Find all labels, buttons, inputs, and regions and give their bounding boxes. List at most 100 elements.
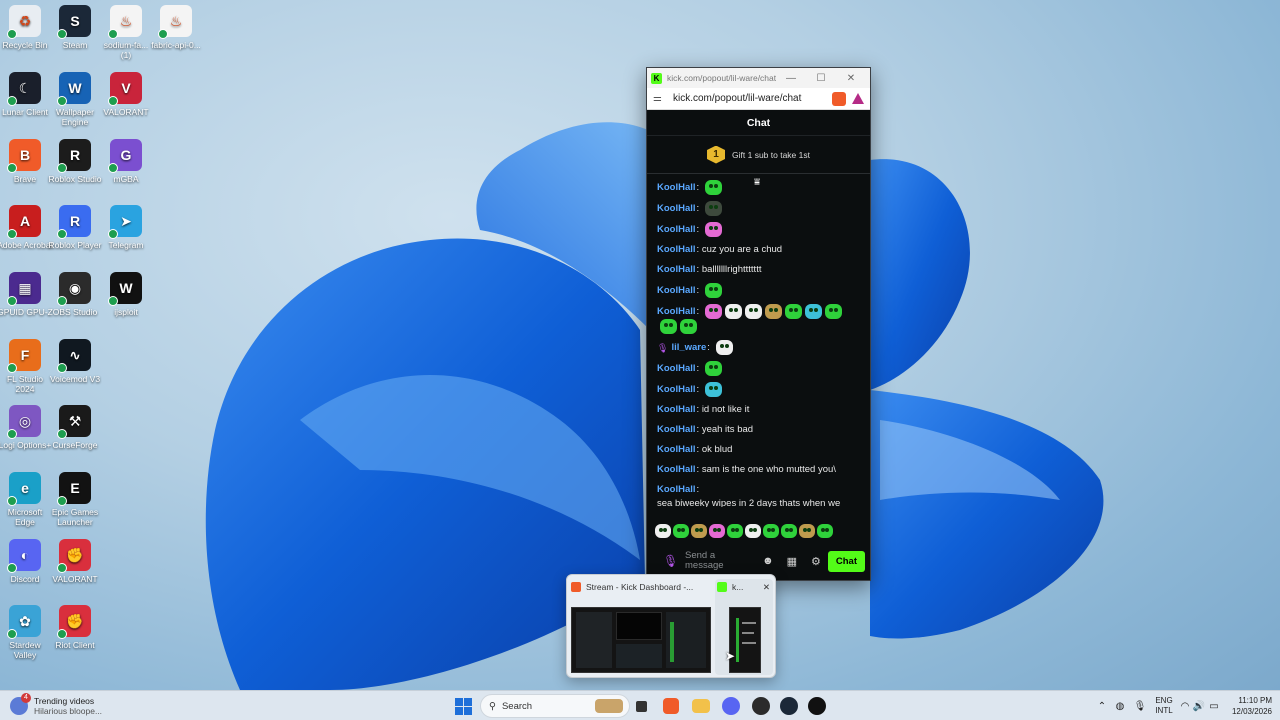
chat-emote-icon[interactable] (784, 304, 802, 319)
widgets-button[interactable]: 4 Trending videos Hilarious bloope... (10, 693, 120, 718)
desktop-icon[interactable]: ✊ Riot Client (47, 605, 103, 650)
chat-username[interactable]: KoolHall (657, 383, 696, 397)
chat-message[interactable]: KoolHall: (657, 379, 860, 400)
quick-emote-icon[interactable] (799, 524, 815, 538)
battery-icon[interactable]: ▭ (1206, 701, 1222, 712)
chat-message[interactable]: KoolHall: id not like it (657, 400, 860, 420)
chat-username[interactable]: KoolHall (657, 284, 696, 298)
chat-emote-icon[interactable] (704, 180, 722, 195)
store-icon[interactable]: ▦ (780, 555, 804, 568)
desktop-icon[interactable]: R Roblox Player (47, 205, 103, 250)
tray-app-icon[interactable]: ◍ (1110, 701, 1130, 712)
site-settings-icon[interactable]: ⚌ (653, 93, 667, 104)
chat-emote-icon[interactable] (680, 319, 697, 334)
desktop-icon[interactable]: ♨ fabric-api-0... (148, 5, 204, 50)
desktop-icon[interactable]: ☾ Lunar Client (0, 72, 53, 117)
quick-emote-icon[interactable] (655, 524, 671, 538)
chat-username[interactable]: KoolHall (657, 423, 696, 437)
minimize-icon[interactable]: — (776, 73, 806, 84)
desktop-icon[interactable]: F FL Studio 2024 (0, 339, 53, 394)
brave-rewards-icon[interactable] (852, 93, 864, 104)
taskbar-app[interactable] (806, 694, 828, 718)
desktop-icon[interactable]: GmGBA (98, 139, 154, 184)
desktop-icon[interactable]: W Wallpaper Engine (47, 72, 103, 127)
task-view-button[interactable] (632, 694, 650, 718)
desktop-icon[interactable]: ✿ Stardew Valley (0, 605, 53, 660)
chat-emote-icon[interactable] (804, 304, 822, 319)
desktop-icon[interactable]: Wijsploit (98, 272, 154, 317)
desktop-icon[interactable]: ▦ GPUID GPU-Z (0, 272, 53, 317)
chat-username[interactable]: KoolHall (657, 443, 696, 457)
quick-emote-icon[interactable] (691, 524, 707, 538)
desktop-icon[interactable]: B Brave (0, 139, 53, 184)
chat-message[interactable]: KoolHall: (657, 301, 860, 337)
chat-message[interactable]: KoolHall: (657, 219, 860, 240)
chat-message[interactable]: KoolHall: balllllllrighttttttt (657, 260, 860, 280)
desktop-icon[interactable]: e Microsoft Edge (0, 472, 53, 527)
desktop-icon[interactable]: R Roblox Studio (47, 139, 103, 184)
chat-username[interactable]: lil_ware (671, 341, 706, 355)
emoji-icon[interactable]: ☻ (756, 555, 780, 567)
chat-emote-icon[interactable] (724, 304, 742, 319)
desktop-icon[interactable]: ✊ VALORANT (47, 539, 103, 584)
chat-emote-icon[interactable] (704, 283, 722, 298)
desktop-icon[interactable]: ◎ Logi Options+ (0, 405, 53, 450)
scroll-to-bottom-icon[interactable]: ⩸ (754, 177, 760, 188)
chat-emote-icon[interactable] (715, 340, 733, 355)
chat-emote-icon[interactable] (704, 201, 722, 216)
desktop-icon[interactable]: S Steam (47, 5, 103, 50)
desktop-icon[interactable]: ♨ sodium-fa... (1) (98, 5, 154, 60)
taskbar-steam[interactable] (778, 694, 800, 718)
chat-username[interactable]: KoolHall (657, 463, 696, 477)
address-bar[interactable]: ⚌ kick.com/popout/lil-ware/chat (647, 88, 870, 110)
quick-emote-icon[interactable] (745, 524, 761, 538)
chat-emote-icon[interactable] (744, 304, 762, 319)
chat-emote-icon[interactable] (704, 361, 722, 376)
taskbar-brave[interactable] (660, 694, 682, 718)
quick-emote-icon[interactable] (727, 524, 743, 538)
desktop-icon[interactable]: ∿ Voicemod V3 (47, 339, 103, 384)
chat-emote-icon[interactable] (824, 304, 842, 319)
chat-message[interactable]: KoolHall: sea biweeky wipes in 2 days th… (657, 480, 860, 507)
language-indicator[interactable]: ENG INTL (1150, 696, 1178, 716)
window-titlebar[interactable]: K kick.com/popout/lil-ware/chat... — ☐ ✕ (647, 68, 870, 88)
taskbar-discord[interactable] (720, 694, 742, 718)
chat-messages[interactable]: KoolHall: KoolHall: KoolHall: KoolHall: … (647, 177, 870, 507)
quick-emote-icon[interactable] (817, 524, 833, 538)
chat-message[interactable]: KoolHall: (657, 280, 860, 301)
chat-message[interactable]: KoolHall: (657, 198, 860, 219)
settings-gear-icon[interactable]: ⚙ (804, 555, 828, 568)
tray-microphone-icon[interactable]: 🎙 (1130, 701, 1150, 712)
desktop-icon[interactable]: ◐ Discord (0, 539, 53, 584)
chat-username[interactable]: KoolHall (657, 243, 696, 257)
wifi-icon[interactable]: ◠ (1178, 701, 1192, 712)
quick-emote-icon[interactable] (709, 524, 725, 538)
close-thumbnail-icon[interactable]: ✕ (763, 582, 770, 593)
desktop-icon[interactable]: A Adobe Acrobat (0, 205, 53, 250)
send-chat-button[interactable]: Chat (827, 550, 865, 572)
chat-message[interactable]: KoolHall: ok blud (657, 440, 860, 460)
chat-username[interactable]: KoolHall (657, 362, 696, 376)
chat-emote-icon[interactable] (660, 319, 677, 334)
chat-username[interactable]: KoolHall (657, 181, 696, 195)
clock[interactable]: 11:10 PM 12/03/2026 (1222, 695, 1272, 717)
chat-message[interactable]: KoolHall: yeah its bad (657, 420, 860, 440)
chat-message[interactable]: KoolHall: (657, 358, 860, 379)
chat-emote-icon[interactable] (704, 382, 722, 397)
close-icon[interactable]: ✕ (836, 73, 866, 84)
chat-username[interactable]: KoolHall (657, 403, 696, 417)
tray-overflow-icon[interactable]: ⌃ (1094, 701, 1110, 712)
desktop-icon[interactable]: V VALORANT (98, 72, 154, 117)
chat-username[interactable]: KoolHall (657, 305, 696, 319)
taskbar-file-explorer[interactable] (690, 694, 712, 718)
taskbar-search[interactable]: ⚲ Search (480, 694, 630, 718)
microphone-icon[interactable]: 🎙 (663, 554, 681, 568)
chat-username[interactable]: KoolHall (657, 483, 696, 497)
brave-shield-icon[interactable] (832, 91, 846, 106)
desktop-icon[interactable]: ➤ Telegram (98, 205, 154, 250)
chat-emote-icon[interactable] (704, 222, 722, 237)
chat-username[interactable]: KoolHall (657, 223, 696, 237)
chat-emote-icon[interactable] (764, 304, 782, 319)
quick-emote-icon[interactable] (781, 524, 797, 538)
desktop-icon[interactable]: ⚒ CurseForge (47, 405, 103, 450)
